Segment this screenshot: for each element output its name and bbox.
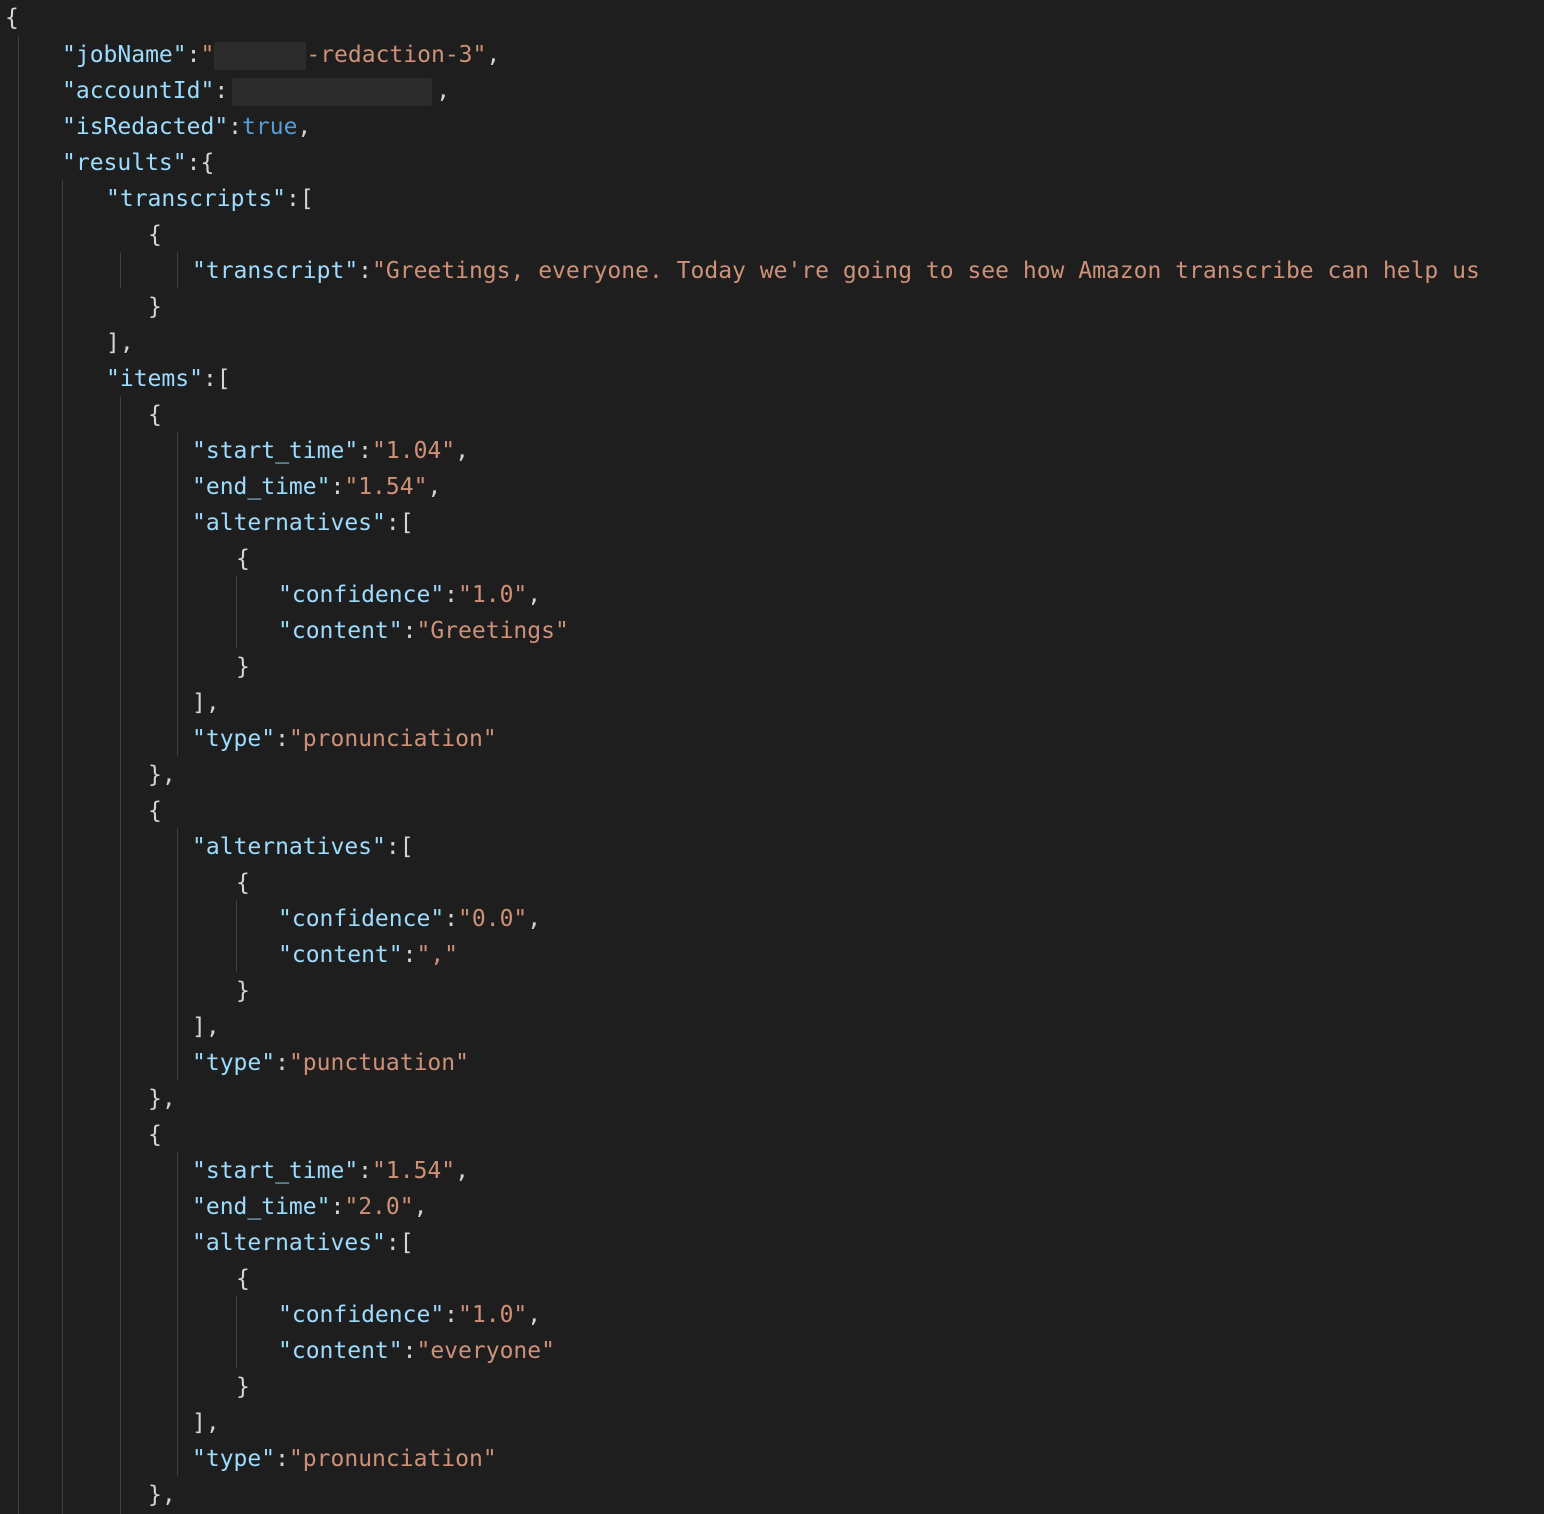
code-line-results: "results":{ [62,150,215,176]
code-line: ], [106,330,134,356]
code-line: ], [192,1410,220,1436]
code-line: ], [192,1014,220,1040]
start-time-value: "1.04" [372,438,456,464]
code-line-isredacted: "isRedacted":true, [62,114,312,140]
code-line: }, [148,1086,176,1112]
code-line-start-time: "start_time":"1.54", [192,1158,469,1184]
indent-guide [120,252,121,288]
code-line-alternatives: "alternatives":[ [192,1230,414,1256]
code-line-end-time: "end_time":"2.0", [192,1194,428,1220]
content-value: "Greetings" [416,618,569,644]
indent-guide [177,1152,178,1476]
key-transcripts: "transcripts" [106,186,287,212]
content-value: "," [416,942,459,968]
transcript-value: "Greetings, everyone. Today we're going … [372,258,1480,284]
type-value: "pronunciation" [288,726,497,752]
indent-guide [177,828,178,1080]
indent-guide [120,396,121,1514]
code-line: { [236,870,250,896]
code-line-items: "items":[ [106,366,231,392]
code-line: { [5,0,19,36]
end-time-value: "2.0" [344,1194,414,1220]
content-value: "everyone" [416,1338,555,1364]
code-line-confidence: "confidence":"1.0", [278,1302,542,1328]
code-line: } [236,1374,250,1400]
key-items: "items" [106,366,203,392]
code-line-accountid: "accountId":, [62,77,451,106]
code-line-end-time: "end_time":"1.54", [192,474,442,500]
redacted-block [232,77,433,106]
type-value: "pronunciation" [288,1446,497,1472]
code-line: }, [148,1482,176,1508]
code-line: { [236,546,250,572]
indent-guide [236,1296,237,1368]
code-line-content: "content":"," [278,942,459,968]
open-brace: { [5,5,19,31]
code-editor[interactable]: { "jobName":" -redaction-3", "accountId":… [0,0,1544,1514]
key-isredacted: "isRedacted" [62,114,229,140]
code-line-content: "content":"Greetings" [278,618,569,644]
code-line-confidence: "confidence":"1.0", [278,582,542,608]
type-value: "punctuation" [288,1050,469,1076]
code-line-type: "type":"pronunciation" [192,1446,497,1472]
code-line: }, [148,762,176,788]
key-results: "results" [62,150,187,176]
code-line: { [148,222,162,248]
code-line-transcript: "transcript":"Greetings, everyone. Today… [192,258,1480,284]
jobname-value: -redaction-3" [306,42,487,68]
code-line-jobname: "jobName":" -redaction-3", [62,41,501,70]
indent-guide [236,900,237,972]
code-line-content: "content":"everyone" [278,1338,555,1364]
isredacted-value: true [242,114,298,140]
code-line: { [236,1266,250,1292]
confidence-value: "1.0" [458,582,528,608]
code-line: { [148,1122,162,1148]
code-line-confidence: "confidence":"0.0", [278,906,542,932]
code-line-transcripts: "transcripts":[ [106,186,314,212]
code-line: ], [192,690,220,716]
indent-guide [177,252,178,288]
code-line: { [148,402,162,428]
indent-guide [236,576,237,648]
code-line-type: "type":"punctuation" [192,1050,469,1076]
code-line-alternatives: "alternatives":[ [192,834,414,860]
end-time-value: "1.54" [344,474,428,500]
indent-guide [62,180,63,1514]
key-jobname: "jobName" [62,42,187,68]
start-time-value: "1.54" [372,1158,456,1184]
code-line-start-time: "start_time":"1.04", [192,438,469,464]
indent-guide [177,432,178,756]
indent-guide [18,36,19,1514]
confidence-value: "1.0" [458,1302,528,1328]
key-accountid: "accountId" [62,78,215,104]
code-line: { [148,798,162,824]
confidence-value: "0.0" [458,906,528,932]
code-line: } [236,978,250,1004]
redacted-block [214,41,307,70]
code-line: } [148,294,162,320]
code-line-type: "type":"pronunciation" [192,726,497,752]
key-transcript: "transcript" [192,258,359,284]
code-line: } [236,654,250,680]
code-line-alternatives: "alternatives":[ [192,510,414,536]
